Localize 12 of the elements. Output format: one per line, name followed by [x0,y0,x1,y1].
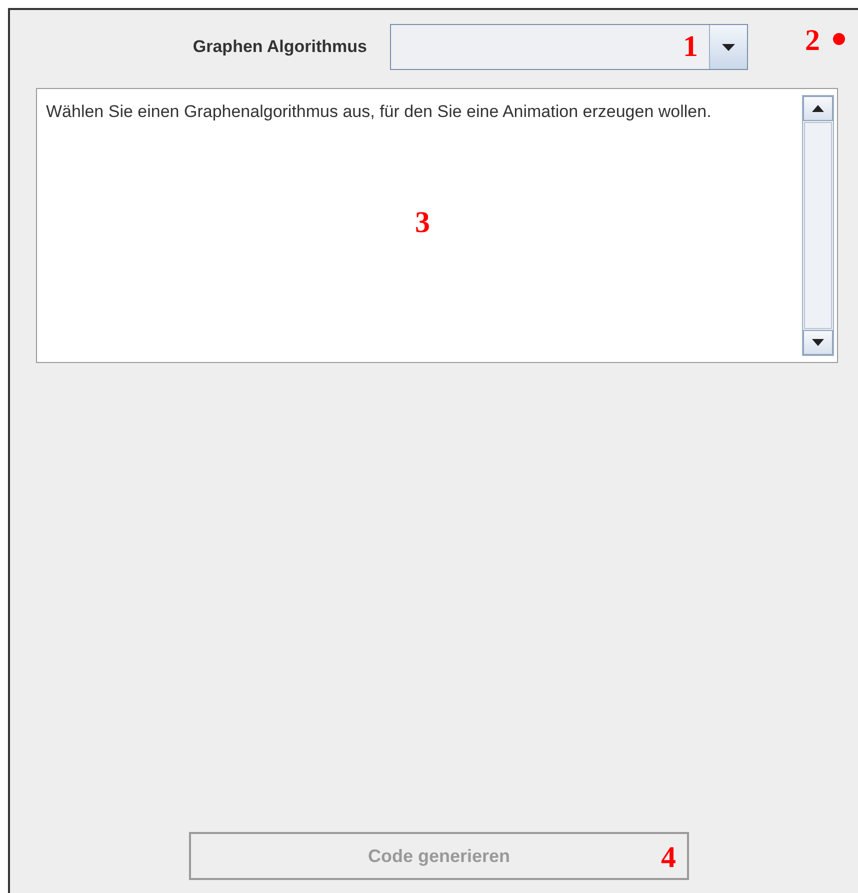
algorithm-label: Graphen Algorithmus [192,37,367,57]
scroll-down-icon [812,339,824,346]
dropdown-arrow-icon [722,44,735,50]
annotation-number: 3 [415,208,430,238]
annotation-number: 4 [661,843,676,873]
scroll-up-icon [812,105,824,112]
annotation-number: 1 [683,32,698,62]
algorithm-dropdown[interactable] [390,24,748,70]
description-text: Wählen Sie einen Graphenalgorithmus aus, für den Sie eine Animation erzeugen wollen. [46,102,712,121]
scrollbar[interactable] [802,95,834,356]
status-dot-icon [833,33,845,45]
annotation-number: 2 [805,26,820,56]
